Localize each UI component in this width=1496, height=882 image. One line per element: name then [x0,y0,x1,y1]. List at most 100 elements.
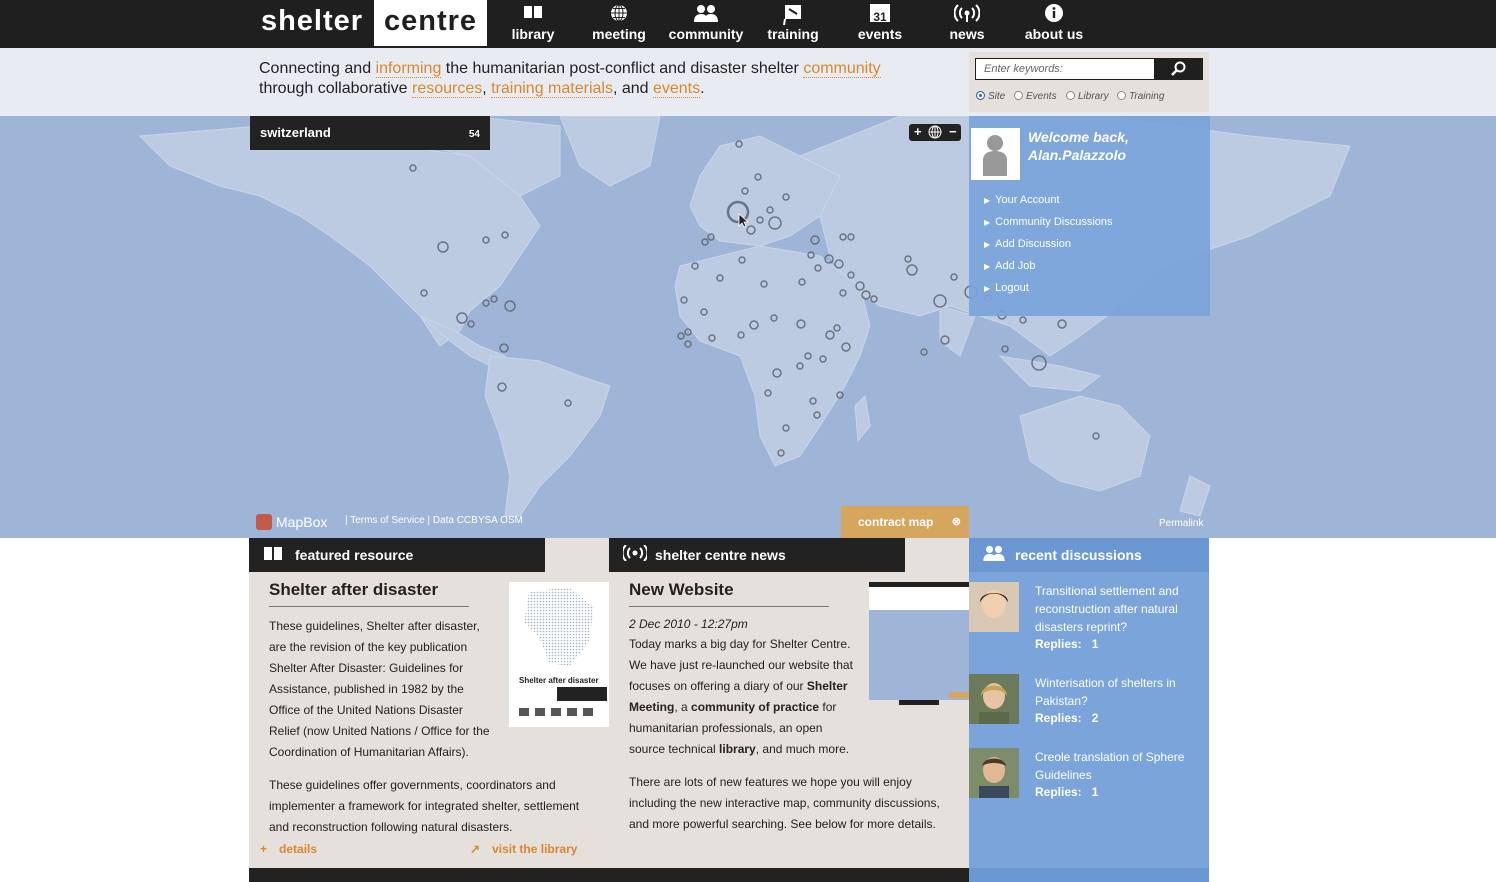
replies-count: 1 [1091,637,1099,651]
visit-library-link[interactable]: ↗ visit the library [470,839,577,860]
default-avatar-icon [983,135,1007,176]
contract-map-button[interactable]: contract map ⊗ [841,506,969,538]
discussion-avatar[interactable] [969,582,1019,632]
cover-title: Shelter after disaster [519,676,599,685]
user-avatar[interactable] [971,128,1020,180]
link-logout[interactable]: ▶ Logout [984,282,1029,294]
people-icon [666,0,746,26]
tagline-link-informing[interactable]: informing [375,60,442,78]
news-text: , and much more. [755,742,850,756]
mapbox-logo[interactable]: MapBox [256,514,327,530]
broadcast-icon [942,0,992,26]
search-input[interactable] [975,58,1155,80]
search-option-label: Site [988,91,1006,102]
zoom-in-icon[interactable]: + [914,124,922,140]
mapbox-label: MapBox [276,514,328,530]
logo-shelter[interactable]: shelter [250,0,374,46]
search-option-training[interactable]: Training [1117,91,1164,103]
link-label: Add Discussion [995,238,1071,250]
tagline-link-training-materials[interactable]: training materials [491,80,613,98]
details-link[interactable]: + details [260,839,317,860]
discussion-title[interactable]: Transitional settlement and reconstructi… [1035,582,1200,636]
continent-africa [674,245,871,467]
nav-about-us[interactable]: about us [1020,0,1088,48]
discussion-avatar[interactable] [969,674,1019,724]
world-map[interactable] [0,116,1496,538]
discussion-replies: Replies: 1 [1035,637,1098,651]
nav-community[interactable]: community [666,0,746,48]
cover-label-block [557,687,607,701]
nav-training[interactable]: training [763,0,823,48]
link-label: Your Account [995,194,1060,206]
book-icon [507,0,559,26]
tagline-text: the humanitarian post-conflict and disas… [441,60,804,77]
nav-events[interactable]: 31 events [853,0,907,48]
replies-label: Replies: [1035,711,1082,725]
calendar-icon: 31 [853,0,907,26]
discussion-replies: Replies: 2 [1035,711,1098,725]
visit-library-label: visit the library [492,842,578,856]
discussion-title[interactable]: Creole translation of Sphere Guidelines [1035,748,1200,784]
globe-icon[interactable] [927,125,943,143]
discussion-avatar[interactable] [969,748,1019,798]
top-navigation-bar [0,0,1496,48]
news-text: , a [674,700,692,714]
news-header: shelter centre news [609,538,905,572]
logo-centre[interactable]: centre [374,0,487,46]
cover-map-image [524,587,594,667]
plus-icon: + [260,842,268,856]
tagline-link-community[interactable]: community [803,60,881,78]
thumbnail-navbar [869,582,969,587]
tagline-text: . [700,80,705,97]
news-thumbnail[interactable] [869,582,969,727]
region-name: switzerland [260,125,331,140]
info-icon [1020,0,1088,26]
featured-resource-title[interactable]: Shelter after disaster [269,580,469,607]
replies-count: 2 [1091,711,1099,725]
link-add-discussion[interactable]: ▶ Add Discussion [984,238,1071,250]
tagline-text: , [482,80,492,97]
continent-australia [1019,395,1151,492]
nav-library[interactable]: library [507,0,559,48]
nav-news[interactable]: news [942,0,992,48]
zoom-out-icon[interactable]: − [949,124,957,140]
nav-meeting[interactable]: meeting [588,0,650,48]
next-section-header [249,868,969,882]
contract-map-label: contract map [858,515,934,529]
search-option-site[interactable]: Site [976,91,1005,103]
link-community-discussions[interactable]: ▶ Community Discussions [984,216,1113,228]
broadcast-icon [621,539,649,573]
featured-resource-paragraph: These guidelines offer governments, coor… [269,778,580,834]
replies-label: Replies: [1035,637,1082,651]
search-button[interactable] [1155,58,1203,80]
featured-resource-cover[interactable]: Shelter after disaster [509,582,609,727]
discussion-title[interactable]: Winterisation of shelters in Pakistan? [1035,674,1200,710]
search-option-library[interactable]: Library [1066,91,1109,103]
map-credits[interactable]: | Terms of Service | Data CCBYSA OSM [345,515,523,526]
nav-news-label: news [949,26,985,42]
radio-selected-icon [976,91,985,100]
nav-meeting-label: meeting [592,26,646,42]
search-option-events[interactable]: Events [1014,91,1057,103]
featured-resource-heading: featured resource [295,547,414,563]
continent-south-america [484,355,611,517]
nav-events-label: events [857,26,903,42]
recent-discussions-header: recent discussions [969,538,1209,572]
mouse-cursor-icon [738,213,750,233]
link-label: Community Discussions [995,216,1113,228]
permalink-link[interactable]: Permalink [1159,518,1203,529]
triangle-right-icon: ▶ [984,284,991,293]
welcome-message: Welcome back, Alan.Palazzolo [1028,128,1129,164]
link-your-account[interactable]: ▶ Your Account [984,194,1060,206]
globe-icon [588,0,650,26]
link-add-job[interactable]: ▶ Add Job [984,260,1036,272]
tagline-link-events[interactable]: events [652,80,701,98]
link-label: Logout [995,282,1029,294]
news-title[interactable]: New Website [629,580,829,607]
search-option-label: Training [1129,91,1165,102]
tagline-link-resources[interactable]: resources [411,80,483,98]
map-region-label[interactable]: switzerland 54 [250,116,490,150]
nav-training-label: training [767,26,819,42]
replies-count: 1 [1091,785,1099,799]
collapse-icon: ⊗ [951,516,961,528]
